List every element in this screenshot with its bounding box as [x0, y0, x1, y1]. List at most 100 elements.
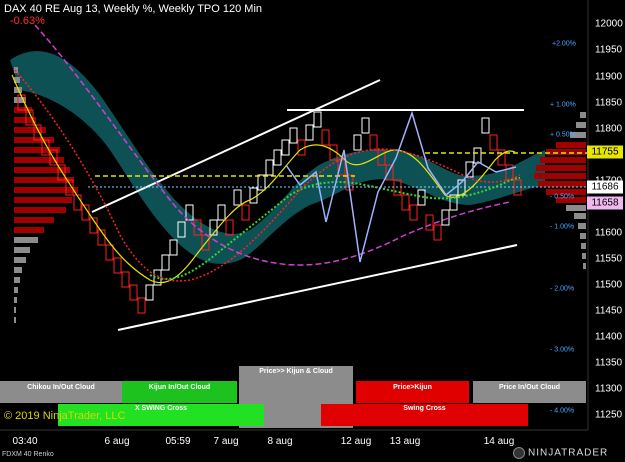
renko-brick [353, 134, 362, 151]
trendline-lower [117, 244, 518, 331]
pct-level: - 1.00% [550, 223, 575, 231]
time-tick: 03:40 [12, 436, 38, 447]
tpo-bar [14, 67, 18, 73]
renko-brick [425, 214, 434, 231]
renko-brick [273, 149, 282, 166]
signal-label: Chikou In/Out Cloud [27, 384, 95, 391]
tpo-bar [14, 227, 44, 233]
tpo-bar [536, 165, 586, 171]
tpo-bar [14, 267, 22, 273]
price-marker-yellow: 11755 [587, 145, 623, 159]
tpo-bar [580, 112, 586, 118]
renko-brick [129, 284, 138, 301]
tpo-bar [538, 181, 586, 187]
renko-brick [105, 244, 114, 261]
renko-brick [145, 284, 154, 301]
renko-brick [137, 297, 146, 314]
tpo-bar [556, 142, 586, 148]
renko-brick [217, 204, 226, 221]
chart-title: DAX 40 RE Aug 13, Weekly %, Weekly TPO 1… [4, 3, 263, 15]
pct-level: +2.00% [552, 40, 576, 48]
signal-price-cloud: Price In/Out Cloud [473, 381, 586, 403]
tpo-bar [14, 197, 72, 203]
renko-brick [113, 257, 122, 274]
renko-brick [121, 271, 130, 288]
tpo-bar [14, 187, 78, 193]
tpo-bar [580, 233, 586, 239]
tpo-bar [566, 205, 586, 211]
tpo-bar [546, 149, 586, 155]
price-tick: 11550 [595, 253, 623, 265]
pct-level: - 4.00% [550, 407, 575, 415]
tpo-bar [582, 253, 586, 259]
price-marker-last: 11686 [587, 180, 623, 194]
tpo-bar [14, 257, 26, 263]
price-tick: 11800 [595, 123, 623, 135]
renko-brick [433, 224, 442, 241]
signal-label: Swing Cross [403, 405, 446, 412]
tpo-bar [14, 247, 30, 253]
renko-brick [401, 194, 410, 211]
tpo-bar [534, 173, 586, 179]
renko-brick [321, 129, 330, 146]
ninjatrader-icon [513, 447, 525, 459]
price-tick: 11950 [595, 44, 623, 56]
percent-change: -0.63% [10, 15, 45, 27]
signal-kijun-cloud: Kijun In/Out Cloud [122, 381, 237, 403]
pct-level: + 1.00% [550, 101, 576, 109]
renko-brick [489, 134, 498, 151]
price-tick: 11900 [595, 71, 623, 83]
renko-brick [249, 187, 258, 204]
time-tick: 12 aug [340, 436, 372, 447]
price-marker-magenta: 11658 [587, 196, 623, 210]
brand-name: NINJATRADER [528, 447, 609, 459]
price-tick: 11350 [595, 357, 623, 369]
price-tick: 11300 [595, 383, 623, 395]
renko-brick [313, 111, 322, 128]
tpo-bar [14, 277, 20, 283]
price-tick: 11850 [595, 97, 623, 109]
tpo-bar [14, 237, 38, 243]
renko-brick [369, 134, 378, 151]
pct-level: - 0.50% [550, 193, 575, 201]
tpo-bar [14, 217, 54, 223]
signal-label: Price>> Kijun & Cloud [259, 368, 333, 375]
renko-brick [161, 254, 170, 271]
tpo-bar [583, 263, 586, 269]
renko-brick [305, 124, 314, 141]
price-tick: 11250 [595, 409, 623, 421]
price-tick: 11450 [595, 305, 623, 317]
copyright: © 2019 NinjaTrader, LLC [4, 410, 126, 422]
renko-brick [361, 117, 370, 134]
tpo-bar [581, 243, 586, 249]
tpo-bar [14, 307, 16, 313]
pct-level: - 2.00% [550, 285, 575, 293]
tpo-bar [14, 207, 66, 213]
signal-chikou-cloud: Chikou In/Out Cloud [0, 381, 122, 403]
renko-brick [481, 117, 490, 134]
renko-brick [257, 174, 266, 191]
tpo-bar [578, 223, 586, 229]
pct-level: - 3.00% [550, 346, 575, 354]
renko-brick [73, 194, 82, 211]
tpo-bar [14, 317, 16, 323]
tpo-bar [574, 213, 586, 219]
price-tick: 12000 [595, 18, 623, 30]
renko-brick [233, 189, 242, 206]
renko-brick [473, 147, 482, 164]
renko-brick [409, 204, 418, 221]
instrument-label: FDXM 40 Renko [2, 451, 54, 458]
brand-logo: NINJATRADER [513, 447, 608, 459]
tpo-bar [14, 297, 17, 303]
renko-brick [241, 204, 250, 221]
signal-label: Price In/Out Cloud [498, 384, 561, 391]
time-tick: 8 aug [267, 436, 293, 447]
time-tick: 14 aug [483, 436, 515, 447]
time-tick: 13 aug [389, 436, 421, 447]
renko-brick [265, 159, 274, 176]
signal-label: Price>Kijun [393, 384, 432, 391]
signal-price-kijun: Price>Kijun [356, 381, 469, 403]
renko-brick [289, 127, 298, 144]
tpo-bar [540, 157, 586, 163]
price-tick: 11400 [595, 331, 623, 343]
